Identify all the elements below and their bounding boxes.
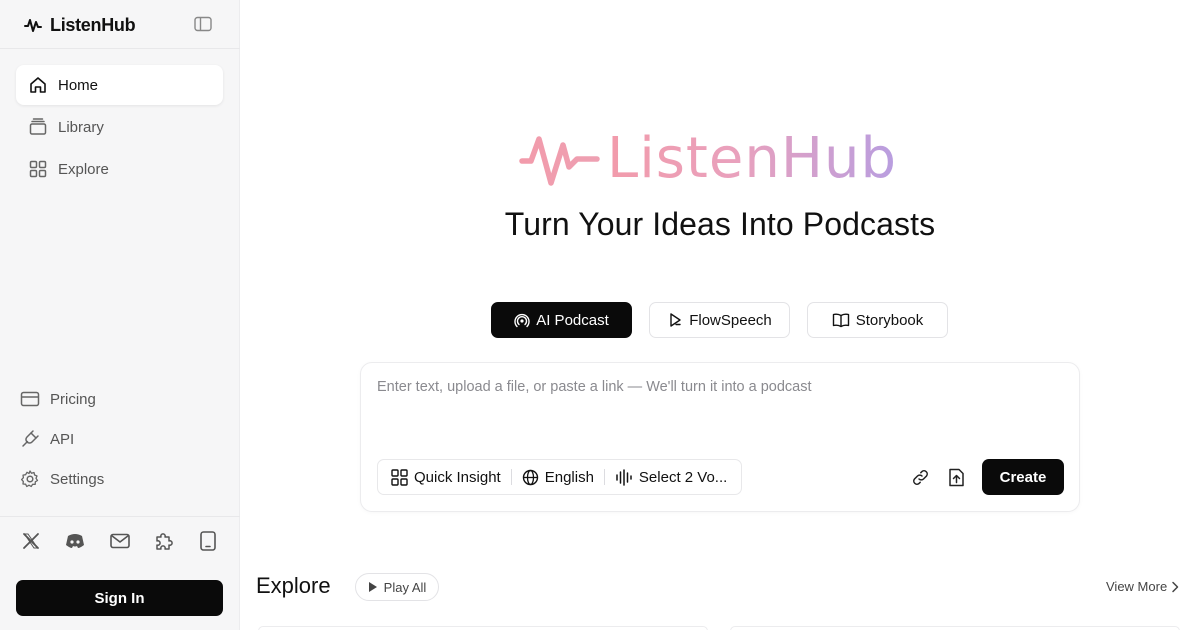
sidebar: ListenHub Home Library Explore Pricing A… bbox=[0, 0, 240, 630]
waveform-icon bbox=[616, 468, 632, 486]
brand-logo[interactable]: ListenHub bbox=[24, 14, 136, 36]
explore-heading: Explore bbox=[256, 573, 331, 598]
sidebar-item-label: Pricing bbox=[50, 390, 96, 408]
sidebar-divider bbox=[0, 48, 240, 49]
brand-name: ListenHub bbox=[50, 14, 136, 35]
sign-in-button[interactable]: Sign In bbox=[16, 580, 223, 616]
sidebar-item-home[interactable]: Home bbox=[16, 65, 223, 105]
composer-options: Quick Insight English Select 2 Vo... bbox=[377, 459, 743, 495]
tab-flowspeech[interactable]: FlowSpeech bbox=[649, 302, 790, 338]
tab-ai-podcast[interactable]: AI Podcast bbox=[491, 302, 632, 338]
sidebar-item-label: Explore bbox=[58, 160, 109, 178]
mail-link[interactable] bbox=[109, 530, 131, 552]
tab-storybook[interactable]: Storybook bbox=[807, 302, 948, 338]
sidebar-toggle-icon bbox=[194, 16, 212, 32]
upload-file-button[interactable] bbox=[946, 467, 966, 487]
library-icon bbox=[29, 118, 47, 135]
explore-card[interactable] bbox=[730, 626, 1180, 630]
play-icon bbox=[368, 582, 377, 592]
podcast-icon bbox=[514, 313, 530, 328]
sidebar-item-api[interactable]: API bbox=[20, 427, 74, 451]
card-icon bbox=[20, 391, 40, 407]
sidebar-divider bbox=[0, 516, 240, 517]
format-selector[interactable]: Quick Insight bbox=[391, 460, 501, 494]
gear-icon bbox=[20, 470, 39, 488]
grid-icon bbox=[391, 468, 408, 486]
collapse-sidebar-button[interactable] bbox=[193, 14, 213, 34]
explore-card[interactable] bbox=[258, 626, 708, 630]
sidebar-item-settings[interactable]: Settings bbox=[20, 467, 104, 491]
hero-logo-text: ListenHub bbox=[607, 126, 897, 191]
option-label: Select 2 Vo... bbox=[638, 468, 728, 486]
create-button[interactable]: Create bbox=[982, 459, 1064, 495]
chevron-right-icon bbox=[1172, 581, 1179, 592]
sidebar-item-label: Library bbox=[58, 118, 104, 136]
globe-icon bbox=[522, 469, 538, 485]
plug-icon bbox=[22, 430, 39, 447]
tablet-icon bbox=[200, 531, 216, 551]
flowspeech-icon bbox=[670, 313, 681, 327]
prompt-input[interactable] bbox=[377, 379, 1067, 439]
tab-label: Storybook bbox=[855, 311, 924, 329]
discord-icon bbox=[66, 534, 84, 548]
sidebar-item-library[interactable]: Library bbox=[16, 107, 223, 147]
x-link[interactable] bbox=[20, 530, 42, 552]
tab-label: AI Podcast bbox=[536, 311, 609, 329]
sidebar-item-label: Settings bbox=[50, 470, 105, 488]
play-all-button[interactable]: Play All bbox=[355, 573, 439, 601]
option-label: Quick Insight bbox=[414, 468, 501, 486]
sidebar-item-explore[interactable]: Explore bbox=[16, 149, 223, 189]
play-all-label: Play All bbox=[383, 579, 427, 595]
add-link-button[interactable] bbox=[910, 467, 930, 487]
option-divider bbox=[510, 469, 512, 485]
hero-logo: ListenHub bbox=[519, 128, 897, 190]
discord-link[interactable] bbox=[64, 530, 86, 552]
sidebar-item-label: API bbox=[50, 430, 75, 448]
extension-link[interactable] bbox=[153, 530, 175, 552]
mail-icon bbox=[110, 533, 130, 549]
home-icon bbox=[30, 77, 46, 93]
link-icon bbox=[912, 469, 928, 485]
upload-icon bbox=[948, 468, 964, 486]
waveform-logo-icon bbox=[519, 136, 600, 186]
sidebar-item-pricing[interactable]: Pricing bbox=[20, 387, 96, 411]
tab-label: FlowSpeech bbox=[689, 311, 772, 329]
view-more-link[interactable]: View More bbox=[1106, 579, 1179, 594]
grid-icon bbox=[29, 160, 47, 178]
app-link[interactable] bbox=[197, 530, 219, 552]
language-selector[interactable]: English bbox=[522, 460, 594, 494]
voice-selector[interactable]: Select 2 Vo... bbox=[615, 460, 727, 494]
view-more-label: View More bbox=[1106, 579, 1168, 594]
x-icon bbox=[23, 533, 39, 549]
sidebar-item-label: Home bbox=[58, 76, 99, 94]
page-title: Turn Your Ideas Into Podcasts bbox=[504, 206, 936, 242]
waveform-logo-icon bbox=[24, 19, 42, 32]
puzzle-icon bbox=[156, 533, 173, 550]
option-divider bbox=[603, 469, 605, 485]
composer-card: Quick Insight English Select 2 Vo... bbox=[360, 362, 1080, 512]
book-icon bbox=[832, 313, 849, 328]
option-label: English bbox=[544, 468, 594, 486]
